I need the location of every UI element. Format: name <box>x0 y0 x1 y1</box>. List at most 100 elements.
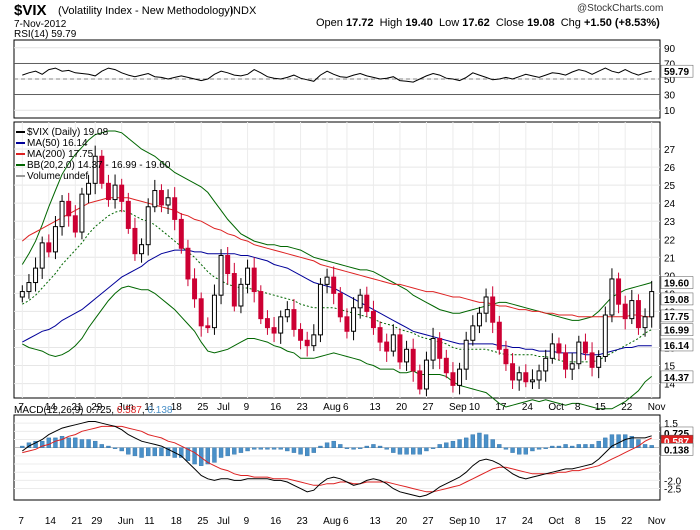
candle-down <box>364 294 370 312</box>
price-x-tick-label: 8 <box>575 402 581 413</box>
candle-down <box>66 200 72 217</box>
macd-histogram-bar <box>139 447 144 458</box>
macd-histogram-bar <box>106 445 111 448</box>
candle-up <box>390 334 396 352</box>
price-x-tick-label: 6 <box>343 402 349 413</box>
macd-histogram-bar <box>99 444 104 448</box>
macd-x-tick-label: Jul <box>217 516 230 527</box>
candle-up <box>629 300 635 320</box>
rsi-y-tick-label: 10 <box>664 106 676 117</box>
macd-histogram-bar <box>285 447 290 452</box>
macd-histogram-bar <box>66 437 71 448</box>
bb-upper-value: 19.60 <box>664 279 689 290</box>
candle-down <box>125 200 131 229</box>
macd-histogram-bar <box>311 447 317 453</box>
macd-histogram-bar <box>232 447 237 455</box>
candle-up <box>569 363 575 370</box>
chart-canvas: 103050709059.791415161718192021222324252… <box>13 39 694 527</box>
candle-down <box>205 325 211 329</box>
candle-up <box>211 294 217 329</box>
macd-histogram-bar <box>603 437 608 448</box>
candle-down <box>298 328 304 341</box>
macd-histogram-bar <box>477 432 482 448</box>
macd-histogram-bar <box>212 447 217 463</box>
macd-histogram-bar <box>444 442 449 448</box>
macd-histogram-bar <box>503 447 509 450</box>
macd-x-tick-label: 18 <box>171 516 183 527</box>
macd-x-tick-label: 24 <box>522 516 534 527</box>
macd-histogram-bar <box>377 445 383 448</box>
macd-x-tick-label: 13 <box>369 516 381 527</box>
bb-lower-value: 14.37 <box>664 373 689 384</box>
candle-up <box>284 309 290 318</box>
candle-up <box>649 291 655 318</box>
macd-histogram-bar <box>291 447 297 453</box>
price-x-tick-label: Jul <box>217 402 230 413</box>
candle-down <box>437 337 443 359</box>
macd-histogram-bar <box>464 437 469 448</box>
macd-histogram-bar <box>583 444 588 448</box>
price-y-tick-label: 23 <box>664 217 676 228</box>
candle-up <box>311 334 317 347</box>
candle-up <box>596 356 602 368</box>
candle-down <box>370 310 376 329</box>
macd-x-tick-label: Nov <box>648 516 666 527</box>
macd-histogram-bar <box>251 447 257 450</box>
candle-up <box>576 341 582 365</box>
rsi-legend-text: RSI(14) 59.79 <box>14 29 77 40</box>
macd-histogram-bar <box>159 447 164 457</box>
macd-histogram-bar <box>563 444 568 448</box>
price-x-tick-label: Oct <box>548 402 564 413</box>
ma50-legend-item: MA(50) 16.14 <box>16 138 170 149</box>
macd-histogram-bar <box>298 447 303 455</box>
macd-histogram-bar <box>53 437 58 448</box>
price-x-tick-label: 17 <box>495 402 507 413</box>
price-legend-label: $VIX (Daily) 19.08 <box>27 127 109 138</box>
macd-histogram-bar <box>119 447 124 452</box>
candle-up <box>26 282 32 293</box>
macd-panel-frame <box>13 414 661 501</box>
price-y-tick-label: 26 <box>664 163 676 174</box>
candle-up <box>357 294 363 309</box>
macd-x-tick-label: 17 <box>495 516 507 527</box>
price-y-tick-label: 24 <box>664 199 676 210</box>
bb-legend-label: BB(20,2.0) 14.37 - 16.99 - 19.60 <box>27 160 171 171</box>
candle-up <box>430 337 436 361</box>
candle-down <box>450 372 456 386</box>
candle-up <box>463 339 469 370</box>
rsi-y-tick-label: 30 <box>664 91 676 102</box>
candle-down <box>192 278 198 300</box>
candle-down <box>251 267 257 293</box>
macd-histogram-bar <box>550 445 555 448</box>
candle-down <box>589 352 595 368</box>
price-y-tick-label: 22 <box>664 235 676 246</box>
macd-histogram-bar <box>616 434 621 448</box>
price-x-tick-label: Aug <box>323 402 341 413</box>
candle-down <box>185 247 191 280</box>
volume-legend-label: Volume undef <box>27 171 89 182</box>
macd-histogram-bar <box>576 444 582 448</box>
ma200-legend-item: MA(200) 17.75 <box>16 149 170 160</box>
candle-up <box>152 190 158 208</box>
macd-x-tick-label: Sep <box>449 516 467 527</box>
candle-down <box>264 318 270 329</box>
macd-histogram-bar <box>192 447 197 465</box>
macd-histogram-bar <box>344 447 350 449</box>
macd-histogram-bar <box>225 447 230 457</box>
macd-legend-value: 0.725 <box>86 405 112 416</box>
candle-up <box>139 244 145 255</box>
macd-x-tick-label: 23 <box>297 516 309 527</box>
ma50-legend-label: MA(50) 16.14 <box>27 138 88 149</box>
candle-down <box>490 296 496 323</box>
macd-histogram-bar <box>358 447 363 449</box>
macd-x-tick-label: Oct <box>548 516 564 527</box>
macd-histogram-bar <box>20 445 25 448</box>
candle-up <box>457 368 463 386</box>
macd-histogram-bar <box>649 445 654 448</box>
candle-down <box>496 321 502 350</box>
macd-histogram-bar <box>623 434 628 448</box>
candle-down <box>556 343 562 354</box>
candle-down <box>622 303 628 320</box>
candle-down <box>231 273 237 307</box>
signal-legend-value: 0.587 <box>116 405 142 416</box>
